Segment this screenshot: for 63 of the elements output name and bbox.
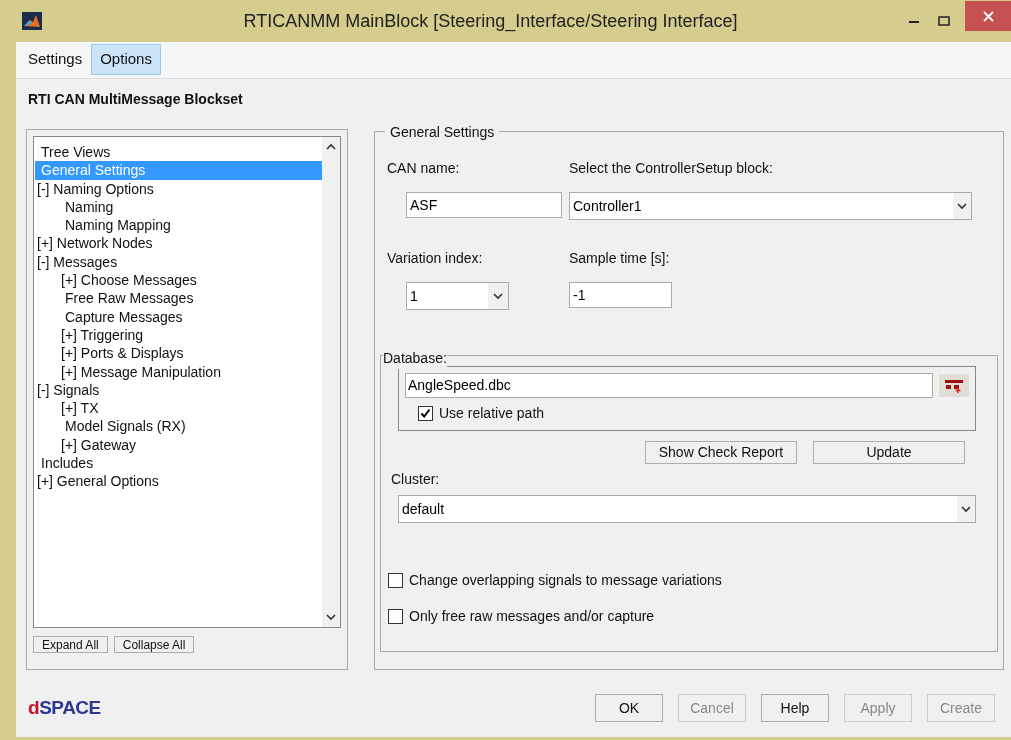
checkbox-label: Only free raw messages and/or capture <box>409 607 655 626</box>
menu-item[interactable]: Options <box>91 44 161 75</box>
button[interactable]: Collapse All <box>113 636 195 653</box>
chevron-down-icon <box>493 292 503 300</box>
button[interactable]: Update <box>813 441 965 464</box>
scrollbar[interactable] <box>322 137 340 627</box>
tree-item[interactable]: [-] Signals <box>35 380 322 400</box>
tree-item[interactable]: Model Signals (RX) <box>35 417 322 436</box>
field-label: CAN name: <box>387 159 461 178</box>
menu-item[interactable]: Settings <box>19 44 92 75</box>
field-label: Cluster: <box>391 470 441 489</box>
checkmark-icon <box>420 408 431 419</box>
database-file-field[interactable]: AngleSpeed.dbc <box>405 373 933 398</box>
scroll-down-icon <box>326 614 336 621</box>
tree-item[interactable]: [+] Choose Messages <box>35 271 322 290</box>
app-logo-icon <box>22 12 42 30</box>
can-name-field[interactable]: ASF <box>406 192 562 218</box>
field-label: Variation index: <box>387 249 484 268</box>
chevron-down-icon <box>957 202 967 210</box>
maximize-icon <box>938 16 950 26</box>
dropdown-value: 1 <box>409 286 419 306</box>
dspace-logo: dSPACE <box>28 696 101 720</box>
window-title: RTICANMM MainBlock [Steering_Interface/Steering Interface] <box>242 9 739 34</box>
tree-item[interactable]: [-] Messages <box>35 252 322 272</box>
dropdown-value: Controller1 <box>572 196 643 216</box>
close-button[interactable] <box>965 1 1011 31</box>
tree-item[interactable]: [+] TX <box>35 399 322 418</box>
tree-item[interactable]: Includes <box>35 454 322 473</box>
checkbox[interactable] <box>388 573 403 588</box>
button[interactable]: Show Check Report <box>645 441 797 464</box>
tree-item[interactable]: Tree Views <box>35 143 322 162</box>
tree-item[interactable]: [+] Message Manipulation <box>35 362 322 381</box>
tree-item[interactable]: [+] General Options <box>35 472 322 491</box>
checkbox-label: Change overlapping signals to message variations <box>409 571 722 590</box>
controller-dropdown[interactable]: Controller1 <box>569 192 972 220</box>
close-icon <box>982 10 994 22</box>
browse-button[interactable] <box>939 374 969 397</box>
button[interactable]: Expand All <box>33 636 108 653</box>
tree-item[interactable]: Naming <box>35 197 322 217</box>
tree-item[interactable]: Free Raw Messages <box>35 289 322 308</box>
chevron-down-icon <box>961 505 971 513</box>
variation-dropdown[interactable]: 1 <box>406 282 509 310</box>
sample-time-field[interactable]: -1 <box>569 282 672 308</box>
button[interactable]: OK <box>595 694 663 723</box>
cluster-dropdown[interactable]: default <box>398 495 976 523</box>
checkbox-label: Use relative path <box>439 404 545 423</box>
minimize-icon <box>909 19 919 23</box>
tree-item[interactable]: [+] Triggering <box>35 325 322 345</box>
network-icon <box>944 378 964 393</box>
tree-item[interactable]: [+] Gateway <box>35 435 322 455</box>
checkbox[interactable] <box>388 609 403 624</box>
tree-item[interactable]: [+] Network Nodes <box>35 234 322 253</box>
tree-item[interactable]: Naming Mapping <box>35 216 322 235</box>
tree-item[interactable]: [-] Naming Options <box>35 179 322 198</box>
tree-item[interactable]: [+] Ports & Displays <box>35 344 322 363</box>
field-label: Select the ControllerSetup block: <box>569 159 774 178</box>
field-label: Sample time [s]: <box>569 249 671 268</box>
header-text: RTI CAN MultiMessage Blockset <box>28 90 244 109</box>
tree-item[interactable]: Capture Messages <box>35 307 322 326</box>
checkbox[interactable] <box>418 406 433 421</box>
scroll-up-icon[interactable] <box>326 143 336 150</box>
dropdown-value: default <box>401 499 446 519</box>
button[interactable]: Help <box>761 694 829 723</box>
